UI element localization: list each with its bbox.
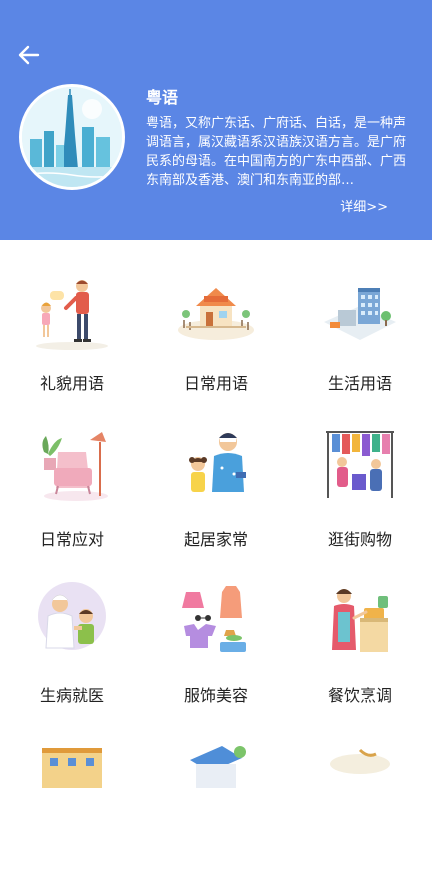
back-button[interactable] (14, 40, 44, 70)
greeting-people-icon (36, 280, 108, 350)
category-row4-item-1[interactable] (0, 730, 144, 886)
scene-icon (330, 748, 390, 774)
category-label: 日常应对 (39, 530, 104, 549)
category-label: 逛街购物 (327, 530, 392, 549)
category-label: 生病就医 (39, 686, 104, 705)
category-label: 服饰美容 (183, 686, 248, 705)
category-home-life[interactable]: 起居家常 (144, 418, 288, 574)
category-label: 生活用语 (327, 374, 392, 393)
armchair-lamp-icon (42, 432, 108, 501)
header-banner: 粤语 粤语，又称广东话、广府话、白话，是一种声调语言，属汉藏语系汉语族汉语方言。… (0, 0, 432, 240)
category-fashion-beauty[interactable]: 服饰美容 (144, 574, 288, 730)
detail-link[interactable]: 详细>> (340, 196, 388, 215)
category-label: 礼貌用语 (39, 374, 104, 393)
category-life-phrases[interactable]: 生活用语 (288, 262, 432, 418)
city-building-icon (324, 288, 396, 340)
clothes-icon (182, 586, 246, 652)
category-label: 餐饮烹调 (327, 686, 392, 705)
language-title: 粤语 (146, 88, 179, 107)
category-cooking[interactable]: 餐饮烹调 (288, 574, 432, 730)
language-description: 粤语，又称广东话、广府话、白话，是一种声调语言，属汉藏语系汉语族汉语方言。是广府… (146, 116, 407, 188)
language-avatar (19, 84, 125, 190)
category-polite-phrases[interactable]: 礼貌用语 (0, 262, 144, 418)
clothing-rack-icon (326, 431, 394, 498)
category-label: 日常用语 (183, 374, 248, 393)
station-icon (190, 746, 246, 788)
category-label: 起居家常 (183, 530, 248, 549)
father-daughter-icon (189, 433, 246, 492)
nurse-patient-icon (38, 582, 106, 650)
category-daily-response[interactable]: 日常应对 (0, 418, 144, 574)
category-medical[interactable]: 生病就医 (0, 574, 144, 730)
cooking-woman-icon (332, 589, 388, 652)
category-daily-phrases[interactable]: 日常用语 (144, 262, 288, 418)
arrow-left-icon (18, 45, 40, 65)
house-scene-icon (178, 288, 254, 340)
building-icon (42, 748, 102, 788)
category-row4-item-3[interactable] (288, 730, 432, 886)
category-shopping[interactable]: 逛街购物 (288, 418, 432, 574)
category-row4-item-2[interactable] (144, 730, 288, 886)
